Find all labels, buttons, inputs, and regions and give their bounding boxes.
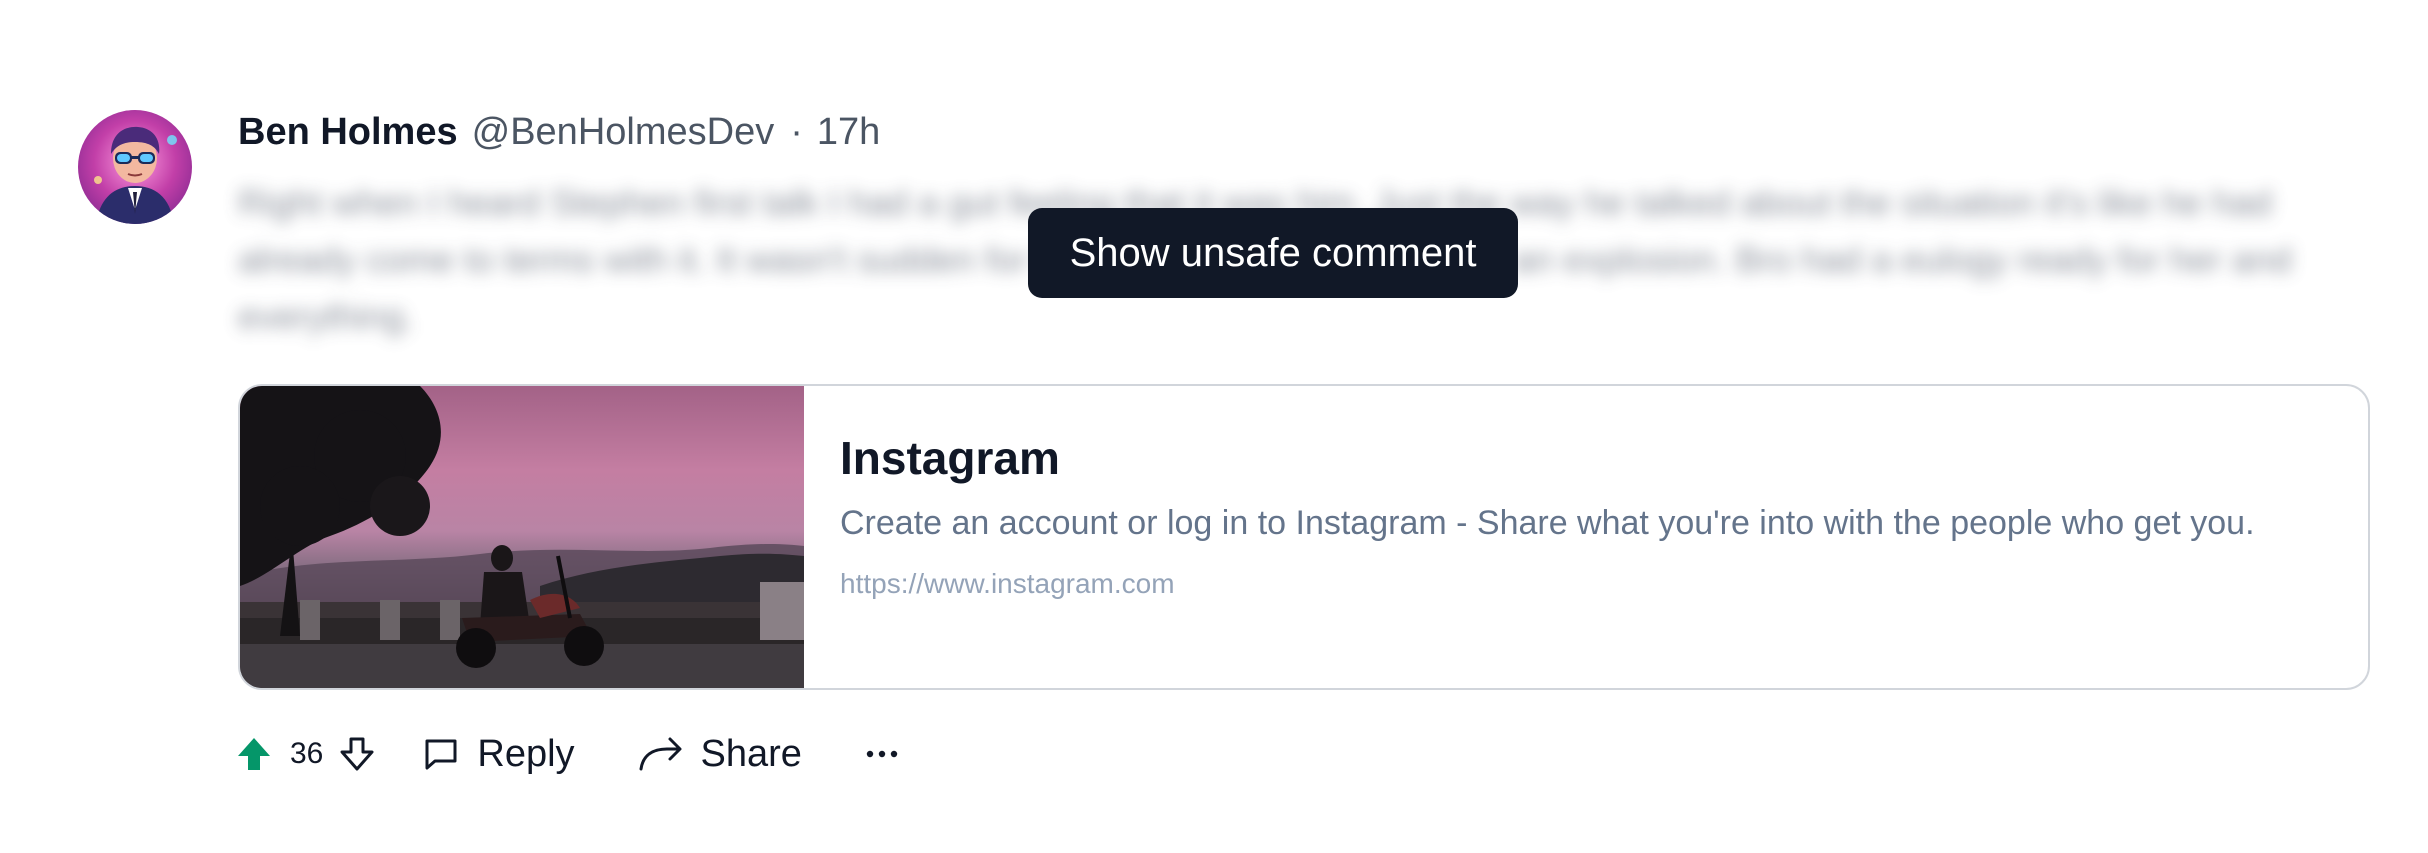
link-preview-title: Instagram: [840, 432, 1060, 484]
reply-button[interactable]: Reply: [421, 718, 575, 790]
comment-body: Right when I heard Stephen first talk I …: [238, 174, 2368, 346]
downvote-button[interactable]: [337, 734, 377, 774]
share-button[interactable]: Share: [637, 718, 802, 790]
comment-header: Ben Holmes @BenHolmesDev · 17h: [238, 106, 880, 158]
comment-actions: 36 Reply Share: [234, 718, 902, 790]
share-label: Share: [700, 733, 802, 775]
author-name[interactable]: Ben Holmes: [238, 106, 458, 158]
comment-timestamp[interactable]: 17h: [817, 106, 880, 158]
share-arrow-icon: [639, 737, 682, 771]
show-unsafe-comment-button[interactable]: Show unsafe comment: [1028, 208, 1518, 298]
upvote-button[interactable]: [234, 734, 274, 774]
vote-count: 36: [290, 737, 324, 770]
link-preview-card[interactable]: Instagram Create an account or log in to…: [238, 384, 2370, 690]
avatar[interactable]: [78, 110, 192, 224]
speech-bubble-icon: [425, 739, 457, 770]
reply-label: Reply: [477, 733, 575, 775]
author-handle[interactable]: @BenHolmesDev: [472, 106, 775, 158]
more-options-button[interactable]: [862, 734, 902, 774]
vote-group: 36: [234, 718, 377, 790]
link-preview-url: https://www.instagram.com: [840, 568, 1175, 599]
header-separator: ·: [790, 111, 803, 153]
arrow-down-outline-icon: [340, 737, 374, 771]
link-preview-image: [240, 386, 804, 688]
link-preview-description: Create an account or log in to Instagram…: [840, 504, 2255, 542]
arrow-up-filled-icon: [238, 738, 270, 770]
ellipsis-icon: [866, 750, 898, 758]
link-preview-scene: [240, 386, 804, 688]
avatar-illustration: [94, 126, 177, 224]
link-preview-text: Instagram Create an account or log in to…: [840, 430, 2320, 602]
